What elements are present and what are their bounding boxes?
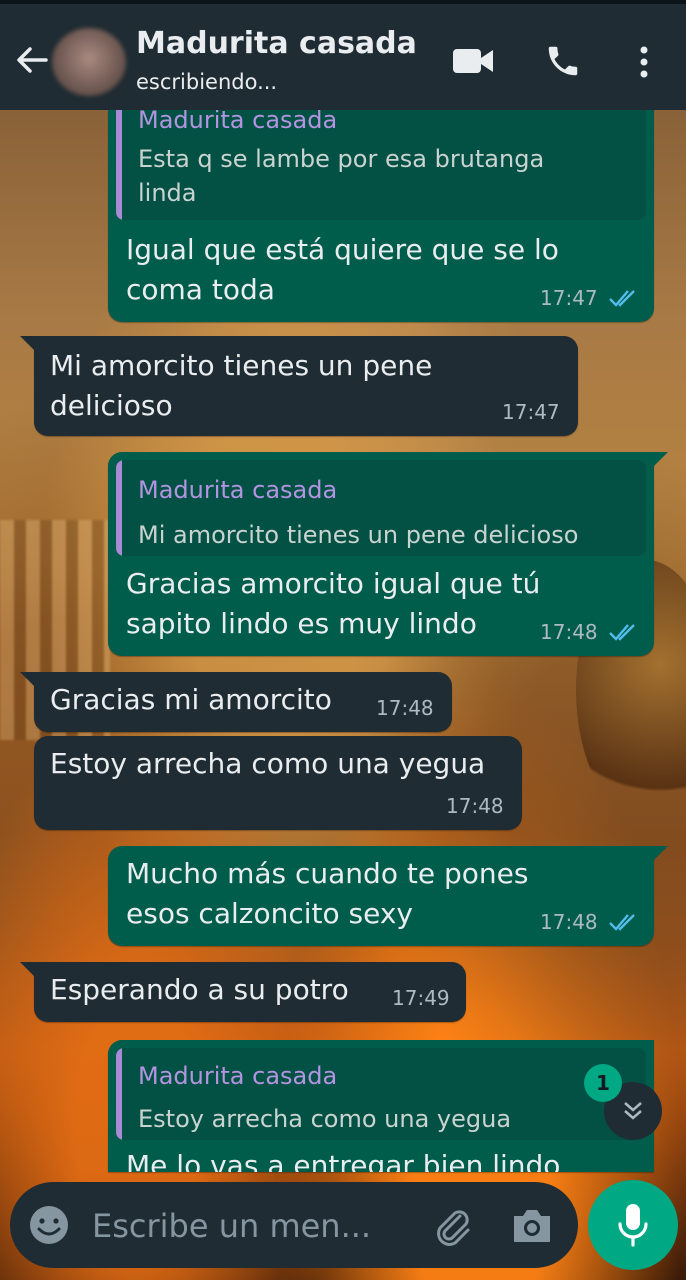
- message-text-line: sapito lindo es muy lindo: [126, 607, 477, 640]
- reply-quote[interactable]: Madurita casada Esta q se lambe por esa …: [116, 96, 646, 220]
- message-time: 17:47: [502, 400, 560, 424]
- voice-message-button[interactable]: [588, 1180, 678, 1270]
- message-bubble-incoming[interactable]: Gracias mi amorcito 17:48: [20, 672, 452, 732]
- camera-icon[interactable]: [510, 1206, 554, 1246]
- message-time: 17:48: [540, 910, 598, 934]
- typing-status: escribiendo...: [136, 70, 278, 94]
- message-bubble-outgoing[interactable]: Madurita casada Esta q se lambe por esa …: [108, 96, 654, 322]
- message-time: 17:48: [446, 794, 504, 818]
- message-input[interactable]: [92, 1204, 402, 1248]
- message-bubble-outgoing[interactable]: Madurita casada Mi amorcito tienes un pe…: [108, 452, 668, 656]
- quote-author: Madurita casada: [138, 106, 338, 134]
- read-ticks-icon: [609, 624, 635, 641]
- bubble-tail: [654, 846, 668, 860]
- reply-quote[interactable]: Madurita casada Estoy arrecha como una y…: [116, 1048, 646, 1140]
- message-bubble-outgoing[interactable]: Mucho más cuando te pones esos calzoncit…: [108, 846, 668, 946]
- quote-text-line: Estoy arrecha como una yegua: [138, 1105, 512, 1133]
- message-text-line: esos calzoncito sexy: [126, 897, 413, 930]
- quote-bar: [116, 96, 122, 220]
- message-composer: [10, 1182, 578, 1268]
- read-ticks-icon: [609, 290, 635, 307]
- message-text-line: Mi amorcito tienes un pene: [50, 349, 433, 382]
- quote-author: Madurita casada: [138, 476, 338, 504]
- contact-avatar[interactable]: [52, 28, 126, 96]
- quote-text-line: Mi amorcito tienes un pene delicioso: [138, 521, 579, 549]
- message-text-line: Estoy arrecha como una yegua: [50, 747, 486, 780]
- reply-quote[interactable]: Madurita casada Mi amorcito tienes un pe…: [116, 460, 646, 556]
- quote-bar: [116, 460, 122, 556]
- chat-header: Madurita casada escribiendo...: [0, 0, 686, 110]
- message-text-line: Gracias mi amorcito: [50, 683, 332, 716]
- message-text-line: Gracias amorcito igual que tú: [126, 567, 541, 600]
- read-ticks-icon: [609, 914, 635, 931]
- message-bubble-incoming[interactable]: Estoy arrecha como una yegua 17:48: [34, 736, 522, 830]
- phone-icon[interactable]: [544, 42, 582, 80]
- message-time: 17:48: [540, 620, 598, 644]
- message-text-line: Me lo vas a entregar bien lindo: [126, 1149, 561, 1172]
- double-chevron-down-icon: [624, 1102, 642, 1120]
- back-arrow-icon[interactable]: [12, 40, 52, 80]
- message-text-line: Esperando a su potro: [50, 973, 349, 1006]
- quote-bar: [116, 1048, 122, 1140]
- bubble-tail: [20, 672, 34, 686]
- message-text-line: Igual que está quiere que se lo: [126, 233, 559, 266]
- emoji-icon[interactable]: [28, 1204, 70, 1246]
- message-time: 17:48: [376, 696, 434, 720]
- attach-icon[interactable]: [430, 1204, 474, 1248]
- mic-icon: [618, 1204, 648, 1247]
- quote-text-line: Esta q se lambe por esa brutanga: [138, 145, 545, 173]
- bubble-tail: [20, 336, 34, 350]
- message-bubble-outgoing[interactable]: Madurita casada Estoy arrecha como una y…: [108, 1040, 654, 1172]
- message-text-line: coma toda: [126, 273, 275, 306]
- message-time: 17:47: [540, 286, 598, 310]
- unread-count-badge[interactable]: 1: [584, 1064, 622, 1102]
- message-bubble-incoming[interactable]: Mi amorcito tienes un pene delicioso 17:…: [20, 336, 578, 436]
- bubble-tail: [654, 452, 668, 466]
- message-time: 17:49: [392, 986, 450, 1010]
- message-text-line: delicioso: [50, 389, 173, 422]
- message-text-line: Mucho más cuando te pones: [126, 857, 529, 890]
- quote-text-line: linda: [138, 179, 197, 207]
- video-call-icon[interactable]: [452, 46, 494, 76]
- quote-author: Madurita casada: [138, 1062, 338, 1090]
- message-bubble-incoming[interactable]: Esperando a su potro 17:49: [20, 962, 466, 1022]
- bubble-tail: [20, 962, 34, 976]
- contact-name[interactable]: Madurita casada: [136, 26, 417, 61]
- more-vert-icon[interactable]: [632, 44, 656, 80]
